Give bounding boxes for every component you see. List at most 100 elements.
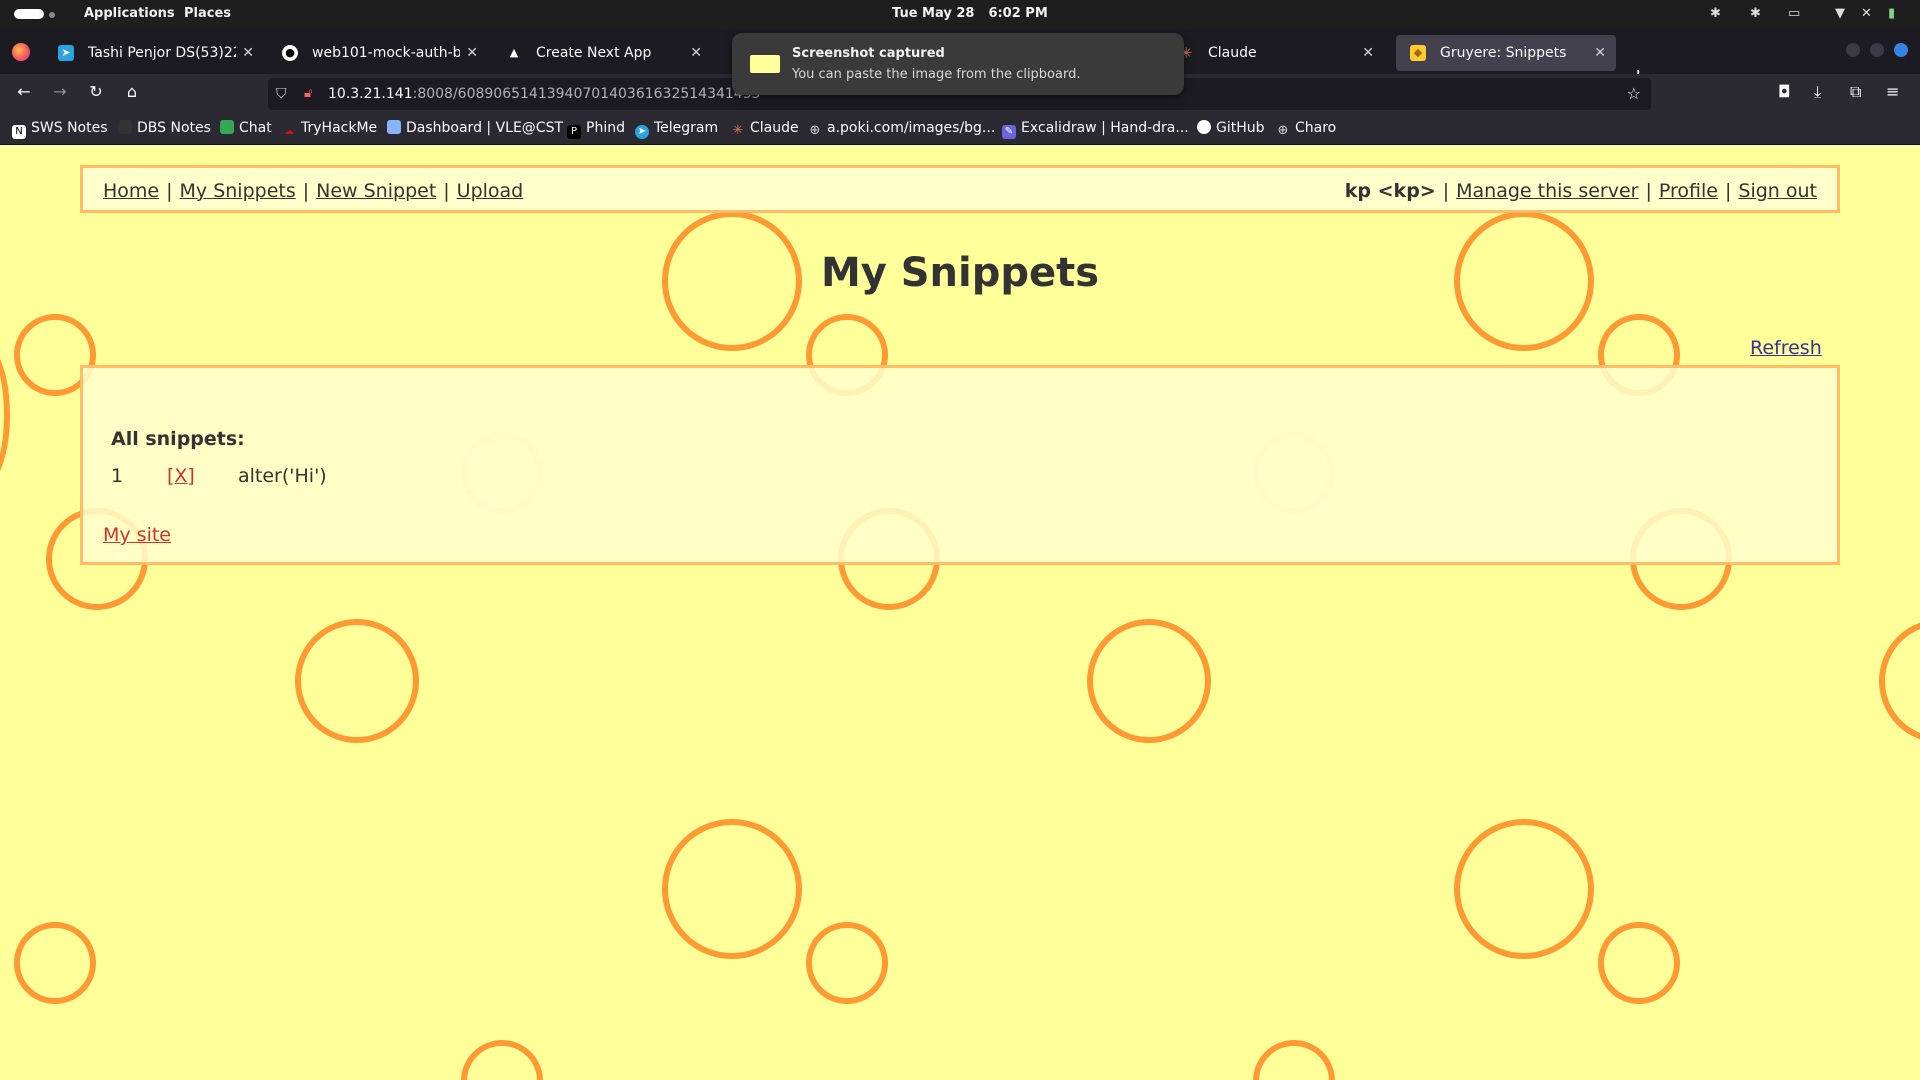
tab-create-next-app[interactable]: ▲ Create Next App ✕ xyxy=(492,35,712,71)
notion-icon: N xyxy=(12,125,26,139)
url-text[interactable]: 10.3.21.141:8008/60890651413940701403616… xyxy=(328,78,761,110)
bookmark-tryhackme[interactable]: ☁ TryHackMe xyxy=(282,120,377,139)
bluetooth-icon[interactable]: ✱ xyxy=(1710,6,1721,21)
decor-circle xyxy=(1454,819,1594,959)
bookmark-telegram[interactable]: ➤ Telegram xyxy=(635,120,718,139)
bookmark-label: Claude xyxy=(750,120,799,136)
bookmarks-toolbar: N SWS Notes DBS Notes Chat ☁ TryHackMe Das… xyxy=(0,114,1920,145)
bookmark-star-icon[interactable]: ☆ xyxy=(1627,78,1641,110)
separator: | xyxy=(166,180,173,202)
separator: | xyxy=(302,180,310,202)
decor-circle xyxy=(1253,1040,1335,1080)
decor-circle xyxy=(1598,922,1680,1004)
downloads-icon[interactable]: ⤓ xyxy=(1814,82,1821,102)
hamburger-menu-icon[interactable]: ≡ xyxy=(1886,82,1899,101)
wifi-icon[interactable]: ▼ xyxy=(1835,6,1845,21)
close-icon[interactable]: ✕ xyxy=(1362,35,1374,71)
upload-link[interactable]: Upload xyxy=(457,180,524,202)
bookmark-chat[interactable]: Chat xyxy=(220,120,272,136)
pocket-icon[interactable]: ◘ xyxy=(1778,82,1791,101)
applications-menu[interactable]: Applications xyxy=(84,6,175,21)
tab-telegram[interactable]: ➤ Tashi Penjor DS(53)22-32 ✕ xyxy=(44,35,264,71)
tab-gruyere-snippets[interactable]: ◆ Gruyere: Snippets ✕ xyxy=(1396,35,1616,71)
firefox-icon[interactable] xyxy=(12,43,30,61)
separator: | xyxy=(1442,180,1450,202)
forward-icon[interactable]: → xyxy=(48,82,72,101)
delete-snippet-link[interactable]: [X] xyxy=(167,465,195,487)
minimize-button[interactable] xyxy=(1846,43,1860,57)
clock[interactable]: Tue May 28 6:02 PM xyxy=(892,6,1062,21)
tab-label: Claude xyxy=(1208,45,1257,61)
close-icon[interactable]: ✕ xyxy=(242,35,254,71)
separator: | xyxy=(1645,180,1652,202)
tracking-shield-icon[interactable]: ⛉ xyxy=(276,78,287,110)
site-menu-bar: Home | My Snippets | New Snippet | Upload kp <… xyxy=(80,165,1840,213)
bookmark-label: GitHub xyxy=(1216,120,1265,136)
time-label: 6:02 PM xyxy=(988,6,1048,21)
new-snippet-link[interactable]: New Snippet xyxy=(316,180,436,202)
bookmark-vle-dashboard[interactable]: Dashboard | VLE@CST xyxy=(387,120,563,136)
places-menu[interactable]: Places xyxy=(184,6,231,21)
refresh-link[interactable]: Refresh xyxy=(1750,337,1822,359)
home-link[interactable]: Home xyxy=(103,180,159,202)
my-site-link[interactable]: My site xyxy=(103,524,171,546)
sign-out-link[interactable]: Sign out xyxy=(1738,180,1817,202)
profile-link[interactable]: Profile xyxy=(1659,180,1718,202)
globe-icon: ⊕ xyxy=(1277,123,1289,138)
bookmark-label: Telegram xyxy=(654,120,719,136)
date-label: Tue May 28 xyxy=(892,6,975,21)
tryhackme-icon: ☁ xyxy=(284,126,294,137)
telegram-icon: ➤ xyxy=(635,125,649,139)
separator: | xyxy=(1724,180,1732,202)
bookmark-excalidraw[interactable]: ✎ Excalidraw | Hand-dra... xyxy=(1002,120,1189,139)
tab-label: Tashi Penjor DS(53)22-32 xyxy=(88,45,236,61)
screen-icon[interactable]: ▭ xyxy=(1788,6,1800,21)
decor-circle xyxy=(14,922,96,1004)
bookmark-label: SWS Notes xyxy=(31,120,108,136)
extensions-icon[interactable]: ⧉ xyxy=(1850,82,1861,102)
page-content: Home | My Snippets | New Snippet | Upload kp <… xyxy=(0,145,1920,1080)
bookmark-sws-notes[interactable]: N SWS Notes xyxy=(12,120,108,139)
decor-circle xyxy=(295,619,419,743)
workspace-indicator[interactable] xyxy=(14,9,44,19)
snippet-text: alter('Hi') xyxy=(238,465,327,487)
bookmark-phind[interactable]: P Phind xyxy=(567,120,625,139)
bookmark-claude[interactable]: ✳ Claude xyxy=(731,120,799,138)
moodle-icon xyxy=(387,120,401,134)
maximize-button[interactable] xyxy=(1870,43,1884,57)
nextjs-icon: ▲ xyxy=(509,46,519,59)
bookmark-label: Charo xyxy=(1295,120,1337,136)
decor-circle xyxy=(461,1040,543,1080)
bookmark-label: Excalidraw | Hand-dra... xyxy=(1021,120,1189,136)
close-window-button[interactable] xyxy=(1894,43,1908,57)
bookmark-poki-images[interactable]: ⊕ a.poki.com/images/bg... xyxy=(808,120,996,138)
reload-icon[interactable]: ↻ xyxy=(84,82,108,101)
snippet-index: 1 xyxy=(111,465,124,487)
bluetooth-icon[interactable]: ✱ xyxy=(1750,6,1761,21)
url-path: :8008/6089065141394070140361632514341435 xyxy=(412,86,761,102)
close-icon[interactable]: ✕ xyxy=(690,35,702,71)
bookmark-github[interactable]: GitHub xyxy=(1197,120,1265,136)
globe-icon: ⊕ xyxy=(809,123,821,138)
close-icon[interactable]: ✕ xyxy=(1594,35,1606,71)
workspace-dot[interactable] xyxy=(49,12,55,18)
bookmark-label: DBS Notes xyxy=(137,120,211,136)
close-icon[interactable]: ✕ xyxy=(466,35,478,71)
page-title: My Snippets xyxy=(820,250,1100,296)
tab-label: Create Next App xyxy=(536,45,652,61)
manage-server-link[interactable]: Manage this server xyxy=(1456,180,1638,202)
bookmark-charo[interactable]: ⊕ Charo xyxy=(1276,120,1337,138)
tab-claude[interactable]: ✳ Claude ✕ xyxy=(1164,35,1384,71)
screenshot-notification[interactable]: Screenshot captured You can paste the im… xyxy=(732,33,1184,95)
bookmark-dbs-notes[interactable]: DBS Notes xyxy=(118,120,211,136)
github-icon: ● xyxy=(282,45,298,61)
volume-muted-icon[interactable]: ✕ xyxy=(1861,6,1872,21)
insecure-lock-icon[interactable]: 🔓︎ xyxy=(304,78,312,110)
decor-circle xyxy=(1879,619,1920,743)
back-icon[interactable]: ← xyxy=(12,82,36,101)
my-snippets-link[interactable]: My Snippets xyxy=(180,180,296,202)
battery-icon[interactable]: ▮ xyxy=(1888,6,1895,21)
tab-github[interactable]: ● web101-mock-auth-backe ✕ xyxy=(268,35,488,71)
home-icon[interactable]: ⌂ xyxy=(120,82,144,101)
bookmark-label: a.poki.com/images/bg... xyxy=(827,120,996,136)
